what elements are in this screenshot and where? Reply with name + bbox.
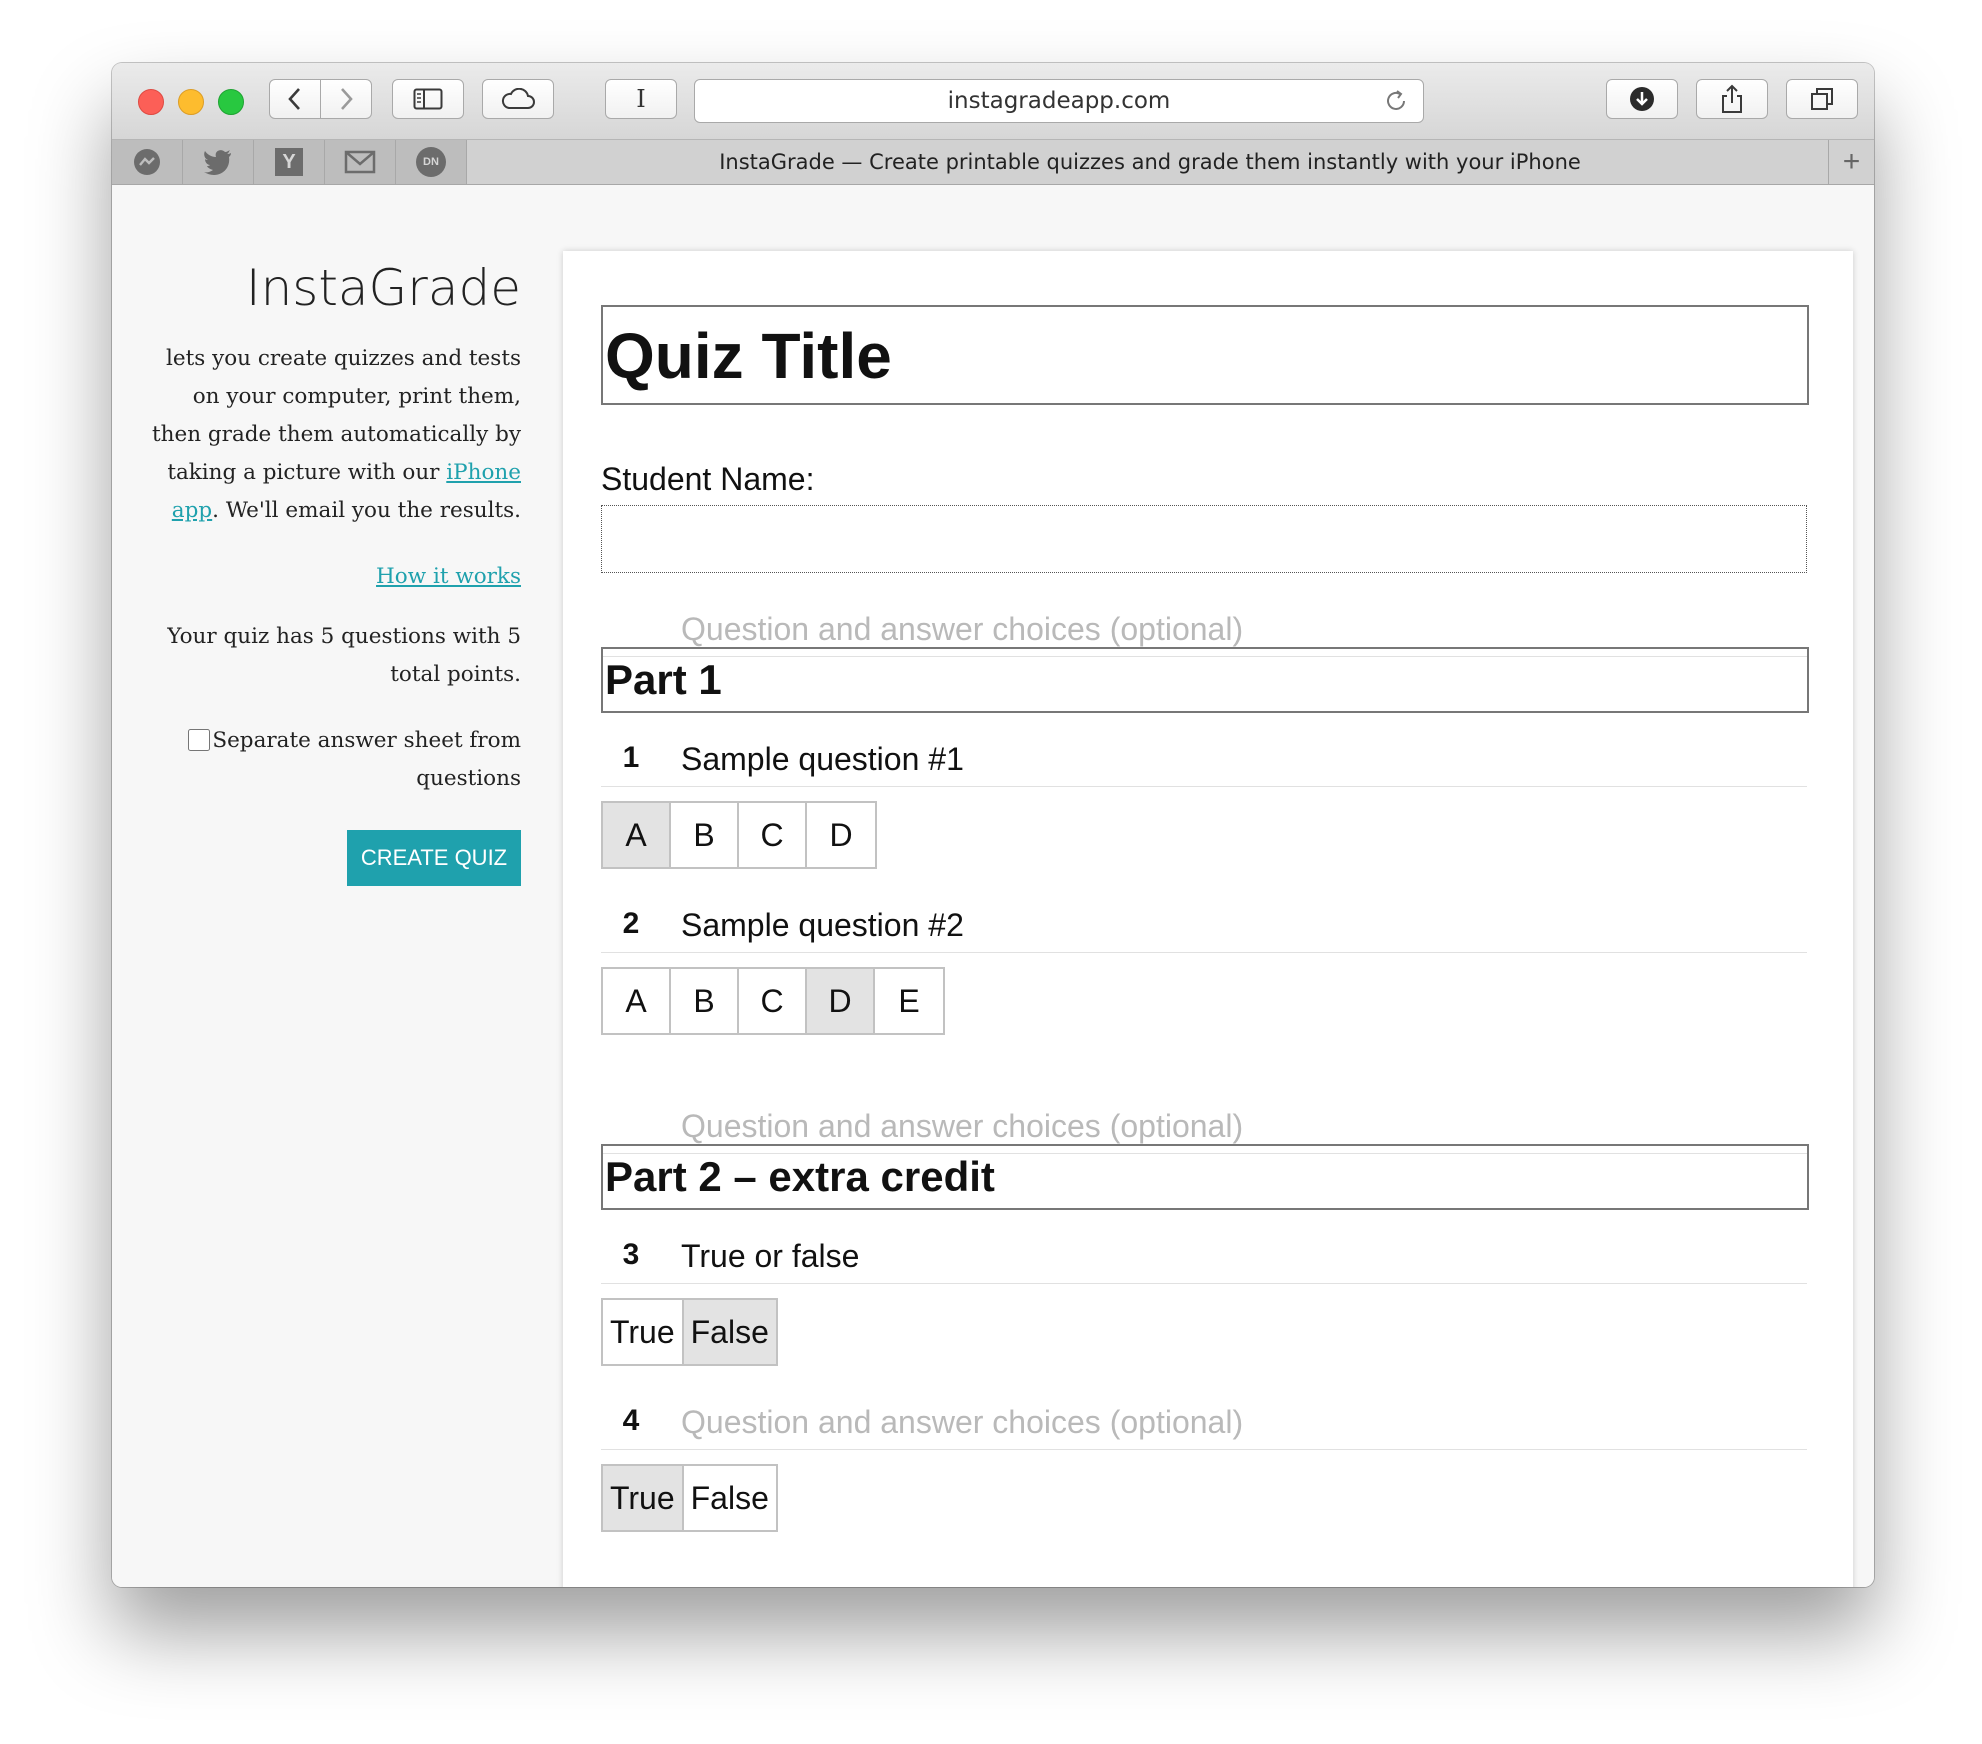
question-row-2[interactable]: 2 Sample question #2 — [601, 901, 1807, 953]
y-combinator-icon: Y — [275, 148, 303, 176]
mail-icon — [344, 150, 376, 174]
choice-a[interactable]: A — [603, 803, 671, 867]
choice-b[interactable]: B — [671, 969, 739, 1033]
tab-overview-button[interactable] — [1786, 79, 1858, 119]
answer-choices-4: True False — [601, 1464, 778, 1532]
messenger-icon — [134, 149, 160, 175]
choice-c[interactable]: C — [739, 803, 807, 867]
chevron-left-icon — [288, 88, 300, 110]
address-bar[interactable]: instagradeapp.com — [694, 79, 1424, 123]
url-text: instagradeapp.com — [947, 88, 1171, 114]
sidebar-icon — [413, 88, 443, 110]
chevron-right-icon — [341, 88, 353, 110]
download-icon — [1630, 87, 1654, 111]
question-number: 3 — [622, 1238, 640, 1271]
question-text[interactable]: Sample question #1 — [681, 741, 964, 778]
browser-toolbar: I instagradeapp.com — [112, 63, 1874, 139]
question-text[interactable]: True or false — [681, 1238, 859, 1275]
choice-true[interactable]: True — [603, 1300, 684, 1364]
question-number: 1 — [622, 741, 640, 774]
reader-icon: I — [636, 85, 646, 113]
quiz-title-input[interactable]: Quiz Title — [601, 305, 1809, 405]
choice-false[interactable]: False — [684, 1466, 776, 1530]
create-quiz-button[interactable]: CREATE QUIZ — [347, 830, 521, 886]
reader-button[interactable]: I — [605, 79, 677, 119]
tab-bar: Y DN InstaGrade — Create printable quizz… — [112, 139, 1874, 185]
twitter-icon — [204, 150, 231, 175]
question-number: 4 — [622, 1404, 640, 1437]
choice-false[interactable]: False — [683, 1300, 776, 1364]
separate-answer-sheet-option: Separate answer sheet from questions — [181, 722, 521, 798]
question-text[interactable]: Sample question #2 — [681, 907, 964, 944]
share-icon — [1722, 84, 1742, 113]
choice-b[interactable]: B — [671, 803, 739, 867]
choice-d[interactable]: D — [807, 969, 875, 1033]
student-name-field — [601, 505, 1807, 573]
favorite-designer-news[interactable]: DN — [396, 140, 467, 184]
question-row-1[interactable]: 1 Sample question #1 — [601, 735, 1807, 787]
browser-window: I instagradeapp.com Y DN InstaGrade — Cr… — [112, 63, 1874, 1587]
question-placeholder[interactable]: Question and answer choices (optional) — [681, 1108, 1243, 1145]
separate-answer-sheet-label[interactable]: Separate answer sheet from questions — [212, 728, 521, 791]
favorite-hacker-news[interactable]: Y — [254, 140, 325, 184]
back-button[interactable] — [269, 79, 321, 119]
minimize-window-button[interactable] — [178, 89, 204, 115]
downloads-button[interactable] — [1606, 79, 1678, 119]
new-tab-button[interactable]: + — [1828, 140, 1874, 184]
question-placeholder[interactable]: Question and answer choices (optional) — [681, 611, 1243, 648]
answer-choices-2: A B C D E — [601, 967, 945, 1035]
app-description: lets you create quizzes and tests on you… — [151, 340, 521, 530]
plus-icon: + — [1842, 145, 1861, 178]
favorite-messenger[interactable] — [112, 140, 183, 184]
question-placeholder[interactable]: Question and answer choices (optional) — [681, 1404, 1243, 1441]
icloud-tabs-button[interactable] — [482, 79, 554, 119]
designer-news-icon: DN — [416, 147, 446, 177]
share-button[interactable] — [1696, 79, 1768, 119]
how-it-works-link[interactable]: How it works — [376, 564, 521, 589]
sidebar-toggle-button[interactable] — [392, 79, 464, 119]
choice-e[interactable]: E — [875, 969, 943, 1033]
separate-answer-sheet-checkbox[interactable] — [188, 729, 211, 751]
forward-button[interactable] — [320, 79, 372, 119]
quiz-paper: Quiz Title Student Name: Question and an… — [563, 251, 1853, 1587]
tabs-icon — [1811, 88, 1833, 110]
reload-button[interactable] — [1383, 88, 1409, 119]
student-name-label: Student Name: — [601, 461, 815, 497]
close-window-button[interactable] — [138, 89, 164, 115]
answer-choices-3: True False — [601, 1298, 778, 1366]
page-content: InstaGrade lets you create quizzes and t… — [112, 185, 1874, 1587]
cloud-icon — [501, 88, 535, 109]
question-number: 2 — [622, 907, 640, 940]
favorite-twitter[interactable] — [183, 140, 254, 184]
description-text-end: . We'll email you the results. — [212, 498, 521, 523]
question-row-3[interactable]: 3 True or false — [601, 1232, 1807, 1284]
choice-a[interactable]: A — [603, 969, 671, 1033]
choice-c[interactable]: C — [739, 969, 807, 1033]
active-tab-title[interactable]: InstaGrade — Create printable quizzes an… — [472, 140, 1828, 184]
zoom-window-button[interactable] — [218, 89, 244, 115]
choice-true[interactable]: True — [603, 1466, 684, 1530]
choice-d[interactable]: D — [807, 803, 875, 867]
answer-choices-1: A B C D — [601, 801, 877, 869]
part-heading-1[interactable]: Part 1 — [601, 647, 1809, 713]
brand-title: InstaGrade — [245, 259, 521, 317]
favorite-mail[interactable] — [325, 140, 396, 184]
question-row-4[interactable]: 4 Question and answer choices (optional) — [601, 1398, 1807, 1450]
quiz-summary: Your quiz has 5 questions with 5 total p… — [167, 624, 521, 687]
reload-icon — [1387, 90, 1405, 110]
part-heading-2[interactable]: Part 2 – extra credit — [601, 1144, 1809, 1210]
how-it-works-container: How it works — [376, 558, 521, 596]
